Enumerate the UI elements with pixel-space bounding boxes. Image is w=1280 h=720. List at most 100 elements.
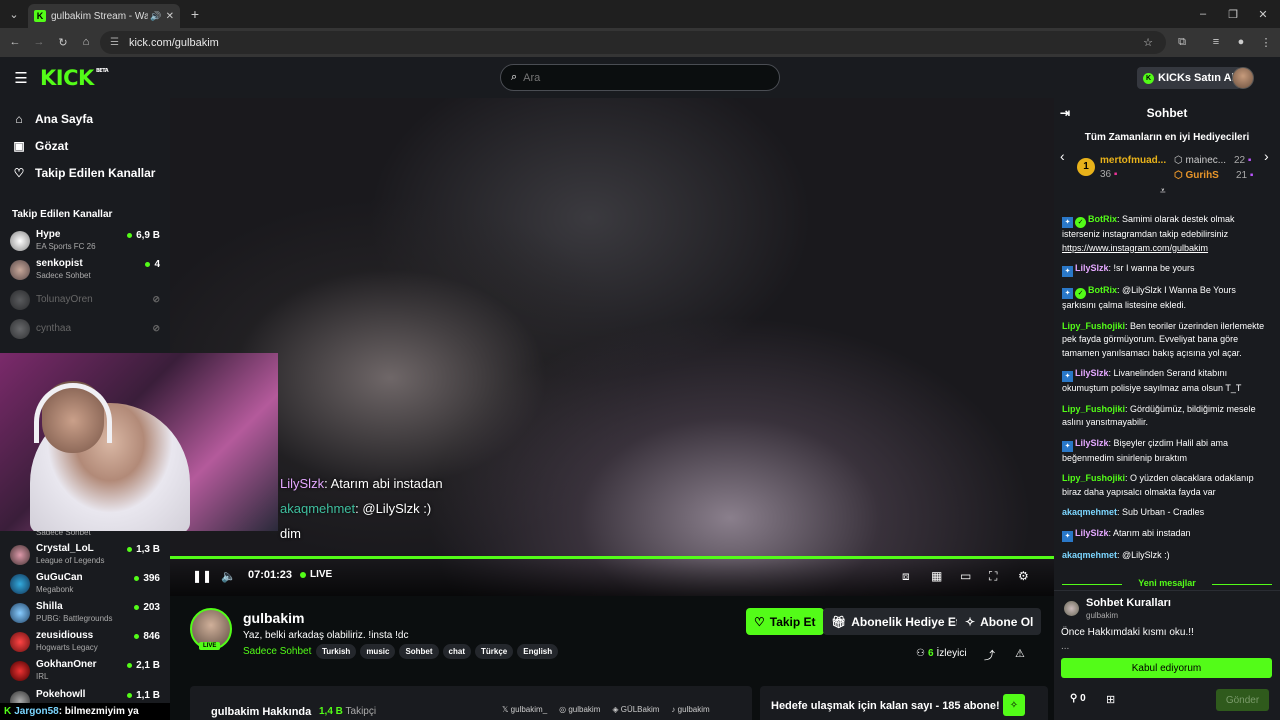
pinned-toggle-icon[interactable]: ⩡ <box>1160 186 1166 197</box>
audio-icon[interactable]: 🔊 <box>150 11 161 22</box>
gifters-next-icon[interactable]: › <box>1264 148 1269 164</box>
sidebar-channel[interactable]: Crystal_LoL League of Legends 1,3 B <box>10 542 160 570</box>
sidebar-channel[interactable]: TolunayOren ⊘ <box>10 287 160 315</box>
media-icon[interactable]: ≡ <box>1209 34 1223 50</box>
tag[interactable]: music <box>360 644 396 659</box>
sidebar-channel[interactable]: senkopist Sadece Sohbet 4 <box>10 257 160 285</box>
gifters-prev-icon[interactable]: ‹ <box>1060 148 1065 164</box>
menu-kebab-icon[interactable]: ⋮ <box>1259 34 1273 50</box>
tiktok-social-link[interactable]: ♪ gulbakim <box>671 705 709 714</box>
sidebar-channel[interactable]: Hype EA Sports FC 26 6,9 B <box>10 228 160 256</box>
gifter-name[interactable]: ⬡ GurihS <box>1174 170 1219 181</box>
nav-home[interactable]: ⌂ Ana Sayfa <box>12 112 93 126</box>
following-heading: Takip Edilen Kanallar <box>12 209 113 220</box>
chat-username[interactable]: LilySlzk <box>1075 368 1109 378</box>
tab-search-icon[interactable]: ⌄ <box>6 6 22 22</box>
profile-icon[interactable]: ● <box>1234 34 1248 50</box>
sidebar-channel[interactable]: GuGuCan Megabonk 396 <box>10 571 160 599</box>
subscribe-button[interactable]: ✧ Abone Ol <box>957 608 1042 635</box>
chat-link[interactable]: https://www.instagram.com/gulbakim <box>1062 243 1208 253</box>
home-browser-icon[interactable]: ⌂ <box>79 34 93 50</box>
chat-username[interactable]: BotRix <box>1088 214 1117 224</box>
close-window-icon[interactable]: ✕ <box>1256 6 1270 22</box>
site-info-icon[interactable]: ☰ <box>110 37 119 48</box>
chat-username[interactable]: Lipy_Fushojiki <box>1062 404 1125 414</box>
sidebar-channel[interactable]: cynthaa ⊘ <box>10 316 160 344</box>
video-player[interactable]: LilySlzk: Atarım abi instadan akaqmehmet… <box>170 98 1054 596</box>
buy-kicks-button[interactable]: K KICKs Satın Al <box>1137 67 1241 89</box>
home-icon: ⌂ <box>15 112 23 126</box>
chat-username[interactable]: LilySlzk <box>1075 528 1109 538</box>
pause-icon[interactable]: ❚❚ <box>192 569 212 583</box>
live-dot-icon <box>127 693 133 698</box>
search-input[interactable] <box>523 71 744 84</box>
fullscreen-icon[interactable]: ⛶ <box>989 569 997 584</box>
kick-logo[interactable]: KICK BETA <box>40 66 109 90</box>
tag[interactable]: Sohbet <box>399 644 439 659</box>
chat-username[interactable]: LilySlzk <box>1075 263 1109 273</box>
user-avatar[interactable] <box>1232 67 1254 89</box>
url-field[interactable]: ☰ kick.com/gulbakim <box>100 31 1166 54</box>
chat-username[interactable]: LilySlzk <box>1075 438 1109 448</box>
discord-social-link[interactable]: ◈ GÜLBakim <box>612 705 659 714</box>
gifter-name[interactable]: mertofmuad... <box>1100 155 1166 166</box>
accept-rules-button[interactable]: Kabul ediyorum <box>1061 658 1272 678</box>
extensions-icon[interactable]: ⧉ <box>1175 34 1189 50</box>
kicks-balance[interactable]: ⚲ 0 <box>1070 693 1086 704</box>
goal-sparkle-icon[interactable]: ✧ <box>1003 694 1025 716</box>
live-dot-icon <box>127 233 133 238</box>
collapse-chat-icon[interactable]: ⇥ <box>1060 106 1070 120</box>
chat-username[interactable]: akaqmehmet <box>1062 507 1117 517</box>
chat-message: ✦ ✓ BotRix: @LilySlzk I Wanna Be Yours şar… <box>1062 284 1272 313</box>
chat-username[interactable]: Lipy_Fushojiki <box>1062 473 1125 483</box>
send-button[interactable]: Gönder <box>1216 689 1269 711</box>
chat-text: : Sub Urban - Cradles <box>1117 507 1205 517</box>
back-icon[interactable]: ← <box>8 34 22 50</box>
kick-favicon-icon: K <box>34 10 46 22</box>
new-tab-icon[interactable]: + <box>188 6 202 22</box>
forward-icon[interactable]: → <box>32 34 46 50</box>
live-dot-icon <box>145 262 151 267</box>
restore-icon[interactable]: ❐ <box>1226 6 1240 22</box>
follow-button[interactable]: ♡ Takip Et <box>746 608 824 635</box>
tag[interactable]: Türkçe <box>475 644 514 659</box>
tag[interactable]: chat <box>442 644 471 659</box>
miniplayer-icon[interactable]: ⧈ <box>902 569 910 584</box>
settings-gear-icon[interactable]: ⚙ <box>1018 569 1029 583</box>
sidebar-channel[interactable]: zeusidiouss Hogwarts Legacy 846 <box>10 629 160 657</box>
bookmark-star-icon[interactable]: ☆ <box>1141 34 1155 50</box>
hamburger-menu-icon[interactable]: ☰ <box>12 69 30 87</box>
channel-name[interactable]: gulbakim <box>243 610 304 626</box>
chat-username[interactable]: Lipy_Fushojiki <box>1062 321 1125 331</box>
new-messages-divider[interactable]: Yeni mesajlar <box>1062 578 1272 590</box>
gift-sub-button[interactable]: 🎁︎ Abonelik Hediye Et <box>823 608 968 635</box>
nav-browse[interactable]: ▣ Gözat <box>12 139 68 153</box>
followers: 1,4 B Takipçi <box>319 706 377 717</box>
channel-avatar <box>10 545 30 565</box>
gift-icon[interactable]: ⊞ <box>1106 693 1115 706</box>
sidebar-channel[interactable]: GokhanOner IRL 2,1 B <box>10 658 160 686</box>
tab-close-icon[interactable]: ✕ <box>166 11 174 22</box>
share-icon[interactable]: ⤴ <box>984 647 995 663</box>
chat-message: Lipy_Fushojiki: Gördüğümüz, bildiğimiz m… <box>1062 403 1272 430</box>
tag[interactable]: Turkish <box>316 644 357 659</box>
theater-mode-icon[interactable]: ▭ <box>960 569 971 583</box>
stream-category[interactable]: Sadece Sohbet <box>243 646 311 657</box>
volume-icon[interactable]: 🔈 <box>221 569 236 583</box>
reload-icon[interactable]: ↻ <box>56 34 70 50</box>
progress-bar[interactable] <box>170 556 1054 559</box>
gifter-name[interactable]: ⬡ mainec... <box>1174 155 1226 166</box>
minimize-icon[interactable]: – <box>1196 6 1210 22</box>
search-box[interactable]: ⌕ <box>500 64 780 91</box>
clip-icon[interactable]: ▦ <box>931 569 942 583</box>
tag[interactable]: English <box>517 644 559 659</box>
instagram-social-link[interactable]: ◎ gulbakim <box>559 705 600 714</box>
report-icon[interactable]: ⚠ <box>1015 647 1025 660</box>
rules-owner: gulbakim <box>1086 611 1119 620</box>
chat-username[interactable]: BotRix <box>1088 285 1117 295</box>
x-social-link[interactable]: 𝕏 gulbakim_ <box>502 705 547 714</box>
sidebar-channel[interactable]: Shilla PUBG: Battlegrounds 203 <box>10 600 160 628</box>
nav-following[interactable]: ♡ Takip Edilen Kanallar <box>12 166 156 180</box>
browser-tab[interactable]: K gulbakim Stream - Watch L 🔊 ✕ <box>28 4 180 28</box>
chat-username[interactable]: akaqmehmet <box>1062 550 1117 560</box>
